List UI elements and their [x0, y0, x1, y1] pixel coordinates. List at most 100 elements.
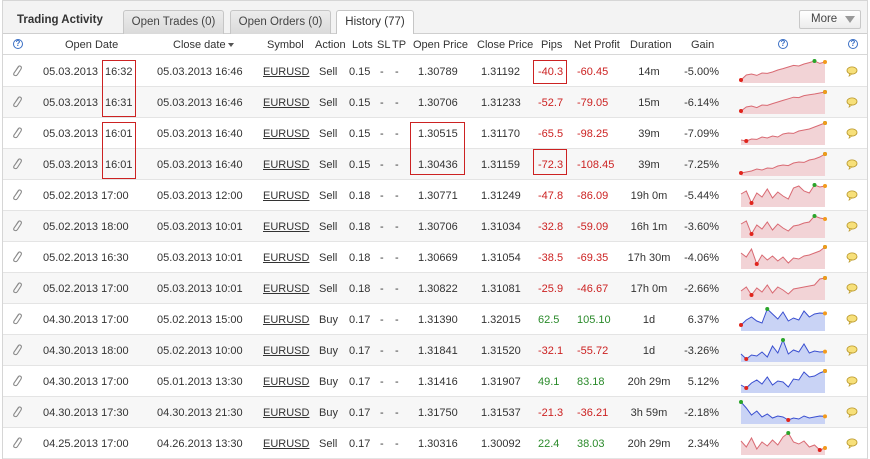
equity-sparkline — [740, 245, 827, 269]
net-profit: 83.18 — [577, 376, 605, 388]
col-tp[interactable]: TP — [392, 39, 406, 51]
help-icon[interactable]: ? — [13, 39, 23, 49]
col-open-date[interactable]: Open Date — [65, 39, 118, 51]
paperclip-icon[interactable] — [11, 126, 23, 140]
comment-help-icon[interactable]: ? — [848, 39, 858, 49]
paperclip-icon[interactable] — [11, 312, 23, 326]
lots-value: 0.17 — [349, 376, 371, 388]
paperclip-icon[interactable] — [11, 250, 23, 264]
table-row[interactable]: 04.30.2013 17:00 05.02.2013 15:00 EURUSD Bu… — [3, 304, 867, 335]
paperclip-icon[interactable] — [11, 157, 23, 171]
table-row[interactable]: 04.30.2013 17:00 05.01.2013 13:30 EURUSD Bu… — [3, 366, 867, 397]
col-pips[interactable]: Pips — [541, 39, 562, 51]
paperclip-icon[interactable] — [11, 343, 23, 357]
comment-bubble-icon[interactable] — [846, 345, 858, 356]
paperclip-icon[interactable] — [11, 64, 23, 78]
tab-history[interactable]: History (77) — [336, 10, 414, 35]
comment-bubble-icon[interactable] — [846, 438, 858, 449]
open-price: 1.31750 — [418, 407, 458, 419]
symbol-link[interactable]: EURUSD — [263, 283, 309, 295]
col-close-price[interactable]: Close Price — [477, 39, 533, 51]
trade-action: Sell — [319, 128, 338, 140]
paperclip-icon[interactable] — [11, 95, 23, 109]
col-sl[interactable]: SL — [377, 39, 390, 51]
close-date: 05.03.2013 16:46 — [157, 66, 243, 78]
sl-value: - — [380, 283, 384, 295]
symbol-link[interactable]: EURUSD — [263, 159, 309, 171]
net-profit: -69.35 — [577, 252, 609, 264]
comment-bubble-icon[interactable] — [846, 407, 858, 418]
lots-value: 0.15 — [349, 97, 371, 109]
comment-bubble-icon[interactable] — [846, 252, 858, 263]
symbol-link[interactable]: EURUSD — [263, 376, 309, 388]
table-row[interactable]: 05.02.2013 17:00 05.03.2013 12:00 EURUSD Se… — [3, 180, 867, 211]
net-profit: -46.67 — [577, 283, 609, 295]
table-row[interactable]: 05.02.2013 18:00 05.03.2013 10:01 EURUSD Se… — [3, 211, 867, 242]
paperclip-icon[interactable] — [11, 281, 23, 295]
comment-bubble-icon[interactable] — [846, 190, 858, 201]
comment-bubble-icon[interactable] — [846, 376, 858, 387]
table-row[interactable]: 05.03.2013 16:31 05.03.2013 16:46 EURUSD Sel… — [3, 87, 867, 118]
table-row[interactable]: 05.03.2013 16:32 05.03.2013 16:46 EURUSD Sel… — [3, 56, 867, 87]
lots-value: 0.18 — [349, 283, 371, 295]
symbol-link[interactable]: EURUSD — [263, 438, 309, 450]
paperclip-icon[interactable] — [11, 405, 23, 419]
table-row[interactable]: 05.02.2013 16:30 05.03.2013 10:01 EURUSD Se… — [3, 242, 867, 273]
sparkline-area — [741, 340, 825, 362]
table-row[interactable]: 05.02.2013 17:00 05.03.2013 10:01 EURUSD Se… — [3, 273, 867, 304]
col-gain[interactable]: Gain — [691, 39, 714, 51]
sparkline-min-marker — [749, 293, 754, 297]
comment-bubble-icon[interactable] — [846, 97, 858, 108]
col-net-profit[interactable]: Net Profit — [574, 39, 620, 51]
sparkline-max-marker — [765, 307, 770, 311]
tab-open-orders[interactable]: Open Orders (0) — [230, 10, 331, 34]
comment-bubble-icon[interactable] — [846, 159, 858, 170]
pips-value: -38.5 — [538, 252, 564, 264]
paperclip-icon[interactable] — [11, 219, 23, 233]
close-date: 05.03.2013 16:40 — [157, 159, 243, 171]
more-dropdown[interactable]: More — [799, 10, 861, 29]
col-symbol[interactable]: Symbol — [267, 39, 304, 51]
trade-action: Buy — [319, 345, 338, 357]
sparkline-min-marker — [749, 201, 754, 205]
col-close-date[interactable]: Close date — [173, 39, 234, 51]
pips-value: -52.7 — [538, 97, 564, 109]
comment-bubble-icon[interactable] — [846, 66, 858, 77]
comment-bubble-icon[interactable] — [846, 283, 858, 294]
sl-value: - — [380, 345, 384, 357]
chart-help-icon[interactable]: ? — [778, 39, 788, 49]
symbol-link[interactable]: EURUSD — [263, 252, 309, 264]
symbol-link[interactable]: EURUSD — [263, 97, 309, 109]
sl-value: - — [380, 66, 384, 78]
symbol-link[interactable]: EURUSD — [263, 345, 309, 357]
open-price: 1.30316 — [418, 438, 458, 450]
col-action[interactable]: Action — [315, 39, 346, 51]
table-row[interactable]: 04.30.2013 17:30 04.30.2013 21:30 EURUSD Bu… — [3, 397, 867, 428]
table-row[interactable]: 04.25.2013 17:00 04.26.2013 13:30 EURUSD Se… — [3, 428, 867, 459]
table-row[interactable]: 05.03.2013 16:01 05.03.2013 16:40 EURUSD Sel… — [3, 149, 867, 180]
symbol-link[interactable]: EURUSD — [263, 128, 309, 140]
symbol-link[interactable]: EURUSD — [263, 314, 309, 326]
paperclip-icon[interactable] — [11, 374, 23, 388]
open-time: 16:01 — [105, 159, 133, 171]
gain-value: -5.44% — [684, 190, 719, 202]
open-price: 1.30436 — [418, 159, 458, 171]
table-row[interactable]: 05.03.2013 16:01 05.03.2013 16:40 EURUSD Sel… — [3, 118, 867, 149]
table-row[interactable]: 04.30.2013 18:00 05.02.2013 10:00 EURUSD Bu… — [3, 335, 867, 366]
pips-value: -21.3 — [538, 407, 564, 419]
symbol-link[interactable]: EURUSD — [263, 66, 309, 78]
sparkline-last-marker — [823, 349, 827, 354]
comment-bubble-icon[interactable] — [846, 128, 858, 139]
col-lots[interactable]: Lots — [352, 39, 373, 51]
symbol-link[interactable]: EURUSD — [263, 190, 309, 202]
comment-bubble-icon[interactable] — [846, 314, 858, 325]
symbol-link[interactable]: EURUSD — [263, 407, 309, 419]
tab-open-trades[interactable]: Open Trades (0) — [123, 10, 224, 34]
paperclip-icon[interactable] — [11, 188, 23, 202]
comment-bubble-icon[interactable] — [846, 221, 858, 232]
paperclip-icon[interactable] — [11, 436, 23, 450]
col-open-price[interactable]: Open Price — [413, 39, 468, 51]
col-duration[interactable]: Duration — [630, 39, 672, 51]
more-label: More — [811, 13, 838, 25]
symbol-link[interactable]: EURUSD — [263, 221, 309, 233]
